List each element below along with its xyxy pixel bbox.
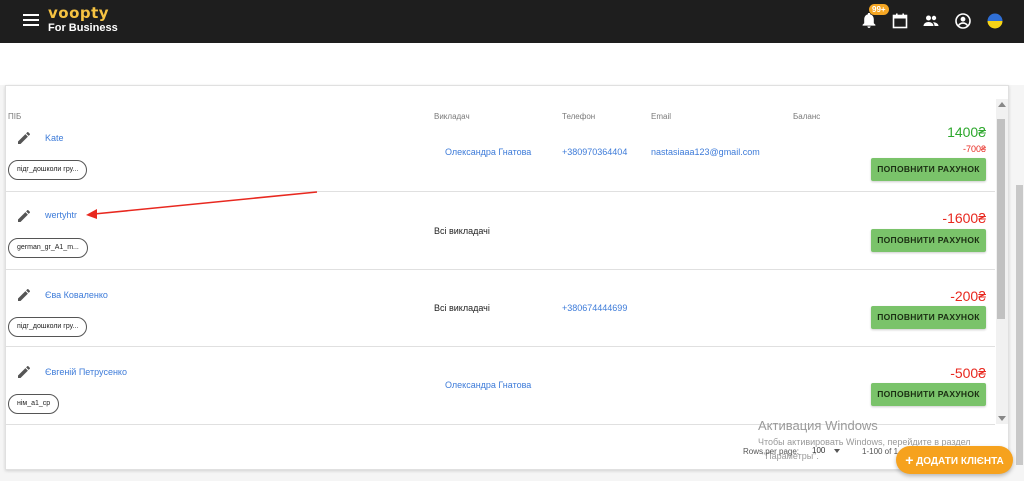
- balance-value: -200₴: [950, 288, 986, 304]
- plus-icon: +: [905, 452, 914, 468]
- toolbar-area: [0, 43, 1024, 85]
- page-scroll-thumb[interactable]: [1016, 185, 1023, 465]
- column-header-name[interactable]: ПІБ: [8, 112, 21, 121]
- group-chip[interactable]: нім_а1_ср: [8, 394, 60, 414]
- phone-link[interactable]: +380970364404: [562, 147, 627, 157]
- bell-icon[interactable]: [861, 13, 877, 29]
- calendar-icon[interactable]: [892, 13, 908, 29]
- group-chip[interactable]: підг_дошколи гру...: [8, 160, 88, 180]
- ukraine-flag-icon[interactable]: [987, 13, 1003, 29]
- phone-link[interactable]: +380674444699: [562, 303, 627, 313]
- pagination-range: 1-100 of 1: [862, 447, 899, 456]
- people-icon[interactable]: [923, 13, 939, 29]
- chevron-down-icon: [833, 448, 840, 453]
- scroll-up-arrow-icon[interactable]: [998, 102, 1006, 107]
- topup-button[interactable]: ПОПОВНИТИ РАХУНОК: [871, 229, 986, 252]
- column-header-phone[interactable]: Телефон: [562, 112, 595, 121]
- table-scrollbar[interactable]: [996, 99, 1008, 424]
- page-scrollbar[interactable]: [1015, 85, 1024, 481]
- brand-subtitle: For Business: [48, 22, 118, 34]
- teacher-link[interactable]: Олександра Гнатова: [445, 147, 531, 157]
- clients-table: [5, 85, 1009, 470]
- add-client-button[interactable]: + ДОДАТИ КЛІЄНТА: [896, 446, 1013, 474]
- table-scroll-thumb[interactable]: [997, 119, 1005, 319]
- balance-value: -1600₴: [942, 210, 986, 226]
- topup-button[interactable]: ПОПОВНИТИ РАХУНОК: [871, 306, 986, 329]
- balance-value: -500₴: [950, 365, 986, 381]
- rows-per-page-label: Rows per page:: [743, 447, 800, 456]
- balance-value: 1400₴: [947, 124, 986, 140]
- scroll-down-arrow-icon[interactable]: [998, 416, 1006, 421]
- topup-button[interactable]: ПОПОВНИТИ РАХУНОК: [871, 158, 986, 181]
- row-divider: [5, 269, 995, 270]
- column-header-email[interactable]: Email: [651, 112, 671, 121]
- client-name-link[interactable]: Євгеній Петрусенко: [45, 367, 127, 377]
- brand-logo: voopty: [48, 4, 110, 22]
- group-chip[interactable]: german_gr_A1_m...: [8, 238, 88, 258]
- row-divider: [5, 346, 995, 347]
- row-divider: [5, 191, 995, 192]
- app-header: voopty For Business 99+: [0, 0, 1024, 43]
- windows-activation-title: Активация Windows: [758, 418, 878, 433]
- add-client-label: ДОДАТИ КЛІЄНТА: [916, 456, 1004, 467]
- group-chip[interactable]: підг_дошколи гру...: [8, 317, 88, 337]
- edit-pencil-icon[interactable]: [17, 288, 31, 302]
- notification-badge: 99+: [869, 4, 889, 15]
- client-name-link[interactable]: Єва Коваленко: [45, 290, 108, 300]
- topup-button[interactable]: ПОПОВНИТИ РАХУНОК: [871, 383, 986, 406]
- email-link[interactable]: nastasiaaa123@gmail.com: [651, 147, 760, 157]
- teacher-text: Всі викладачі: [434, 303, 490, 313]
- rows-per-page-value: 100: [812, 446, 826, 455]
- edit-pencil-icon[interactable]: [17, 365, 31, 379]
- menu-icon[interactable]: [23, 14, 39, 28]
- teacher-text: Всі викладачі: [434, 226, 490, 236]
- column-header-balance[interactable]: Баланс: [793, 112, 820, 121]
- brand[interactable]: voopty For Business: [48, 4, 118, 34]
- teacher-link[interactable]: Олександра Гнатова: [445, 380, 531, 390]
- edit-pencil-icon[interactable]: [17, 209, 31, 223]
- client-name-link[interactable]: Kate: [45, 133, 64, 143]
- column-header-teacher[interactable]: Викладач: [434, 112, 470, 121]
- rows-per-page-select[interactable]: 100: [812, 446, 840, 455]
- account-icon[interactable]: [955, 13, 971, 29]
- balance-debt-value: -700₴: [962, 144, 986, 154]
- client-name-link[interactable]: wertyhtr: [45, 210, 77, 220]
- edit-pencil-icon[interactable]: [17, 131, 31, 145]
